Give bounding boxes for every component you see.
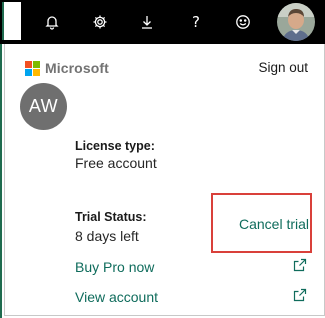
license-type-label: License type:	[75, 139, 155, 153]
top-bar: ?	[0, 0, 325, 44]
download-icon[interactable]	[135, 10, 159, 34]
trial-status-label: Trial Status:	[75, 210, 147, 224]
app-window: ? Microsoft Sign out AW License type: Fr…	[0, 0, 325, 318]
account-panel: Microsoft Sign out AW License type: Free…	[0, 44, 325, 318]
trial-status-value: 8 days left	[75, 228, 139, 244]
brand-name: Microsoft	[45, 60, 109, 76]
view-account-link[interactable]: View account	[75, 289, 158, 305]
bell-icon[interactable]	[40, 10, 64, 34]
license-type-value: Free account	[75, 155, 157, 171]
help-glyph: ?	[192, 12, 200, 31]
help-icon[interactable]: ?	[184, 10, 208, 34]
avatar-initials: AW	[28, 96, 59, 116]
buy-pro-link[interactable]: Buy Pro now	[75, 259, 154, 275]
microsoft-logo: Microsoft	[25, 60, 109, 76]
initials-avatar: AW	[20, 83, 67, 130]
sign-out-link[interactable]: Sign out	[258, 60, 308, 75]
external-link-icon[interactable]	[293, 258, 307, 272]
gear-icon[interactable]	[88, 10, 112, 34]
smiley-icon[interactable]	[231, 10, 255, 34]
cancel-trial-link[interactable]: Cancel trial	[239, 216, 309, 232]
external-link-icon[interactable]	[293, 288, 307, 302]
account-panel-body: Microsoft Sign out AW License type: Free…	[4, 44, 325, 316]
user-avatar-photo[interactable]	[277, 3, 315, 41]
microsoft-logo-icon	[25, 60, 40, 76]
side-strip	[2, 2, 21, 40]
